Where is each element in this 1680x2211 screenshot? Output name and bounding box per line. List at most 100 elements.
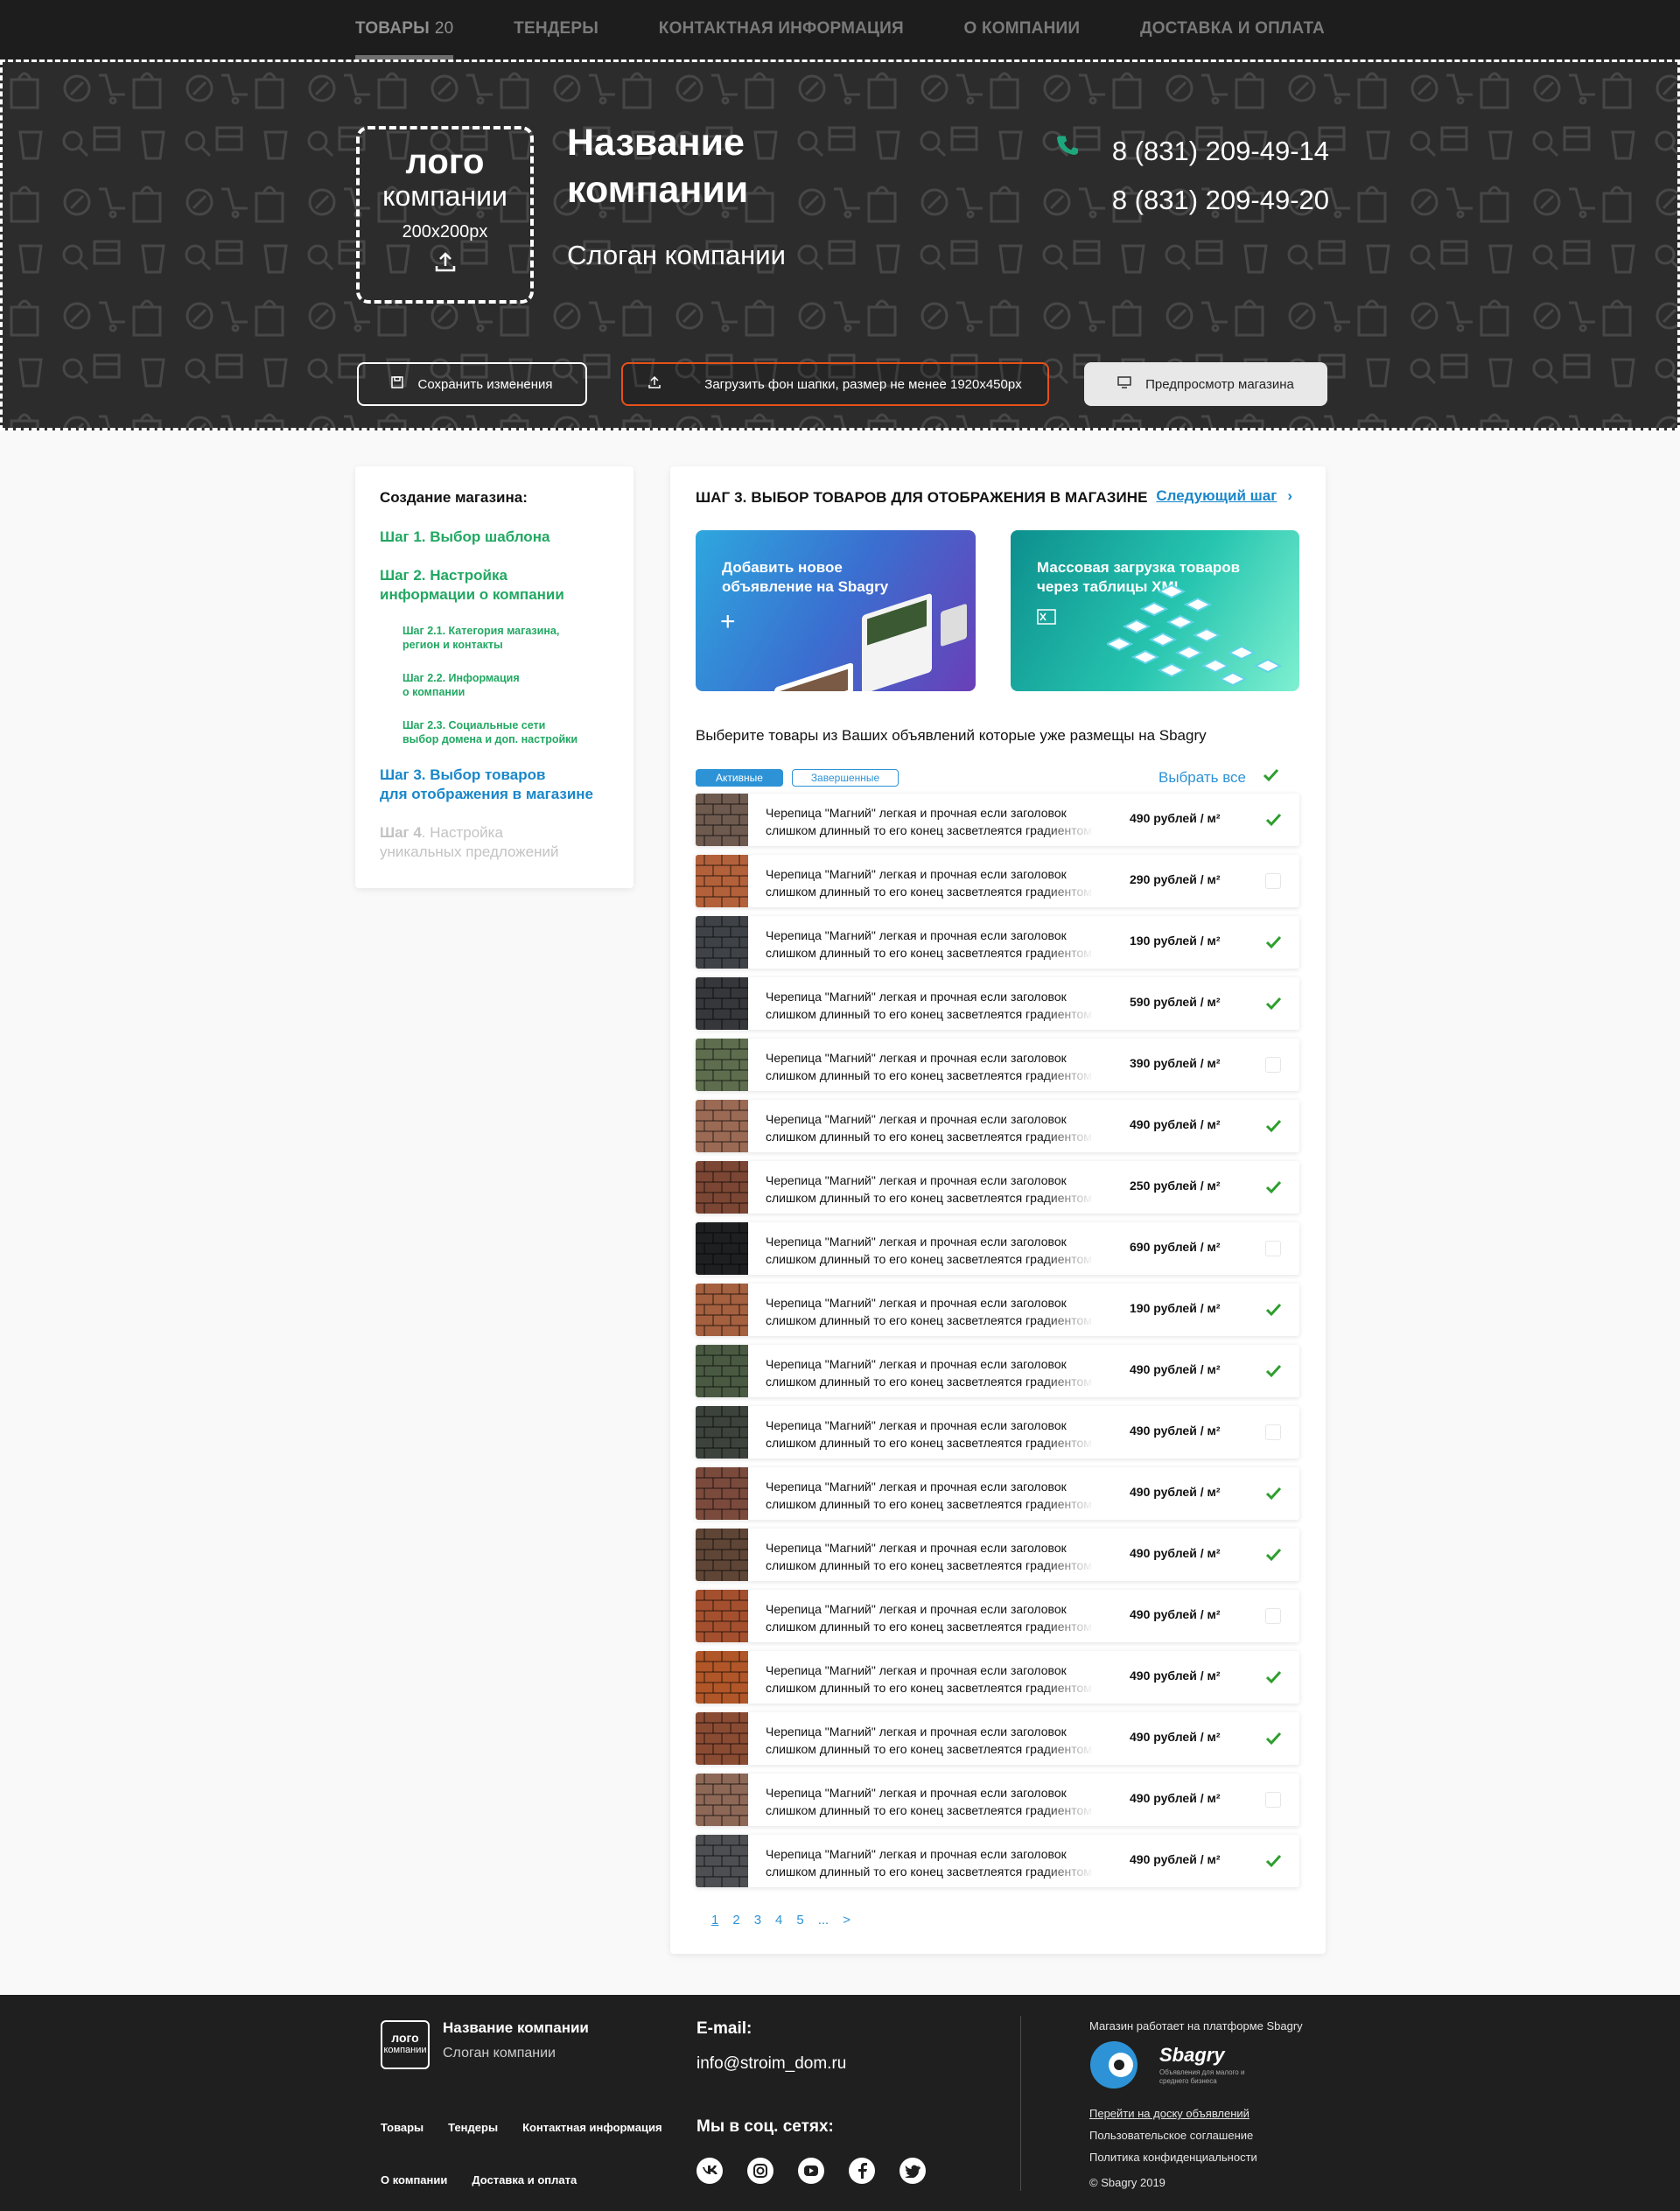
board-link[interactable]: Перейти на доску объявлений [1089, 2107, 1250, 2120]
check-icon[interactable] [1264, 1730, 1282, 1747]
step-2-3-link[interactable]: Шаг 2.3. Социальные сети выбор домена и д… [402, 718, 609, 746]
table-row[interactable]: Черепица "Магний" легкая и прочная если … [696, 1651, 1299, 1704]
nav-item-contacts[interactable]: КОНТАКТНАЯ ИНФОРМАЦИЯ [659, 0, 904, 59]
store-header[interactable]: лого компании 200x200px Название компани… [0, 59, 1680, 430]
table-row[interactable]: Черепица "Магний" легкая и прочная если … [696, 1406, 1299, 1459]
facebook-icon[interactable] [849, 2158, 875, 2184]
privacy-link[interactable]: Политика конфиденциальности [1089, 2151, 1257, 2164]
step-3-link[interactable]: Шаг 3. Выбор товаров для отображения в ма… [380, 766, 609, 804]
table-row[interactable]: Черепица "Магний" легкая и прочная если … [696, 1529, 1299, 1581]
step-1-link[interactable]: Шаг 1. Выбор шаблона [380, 528, 609, 547]
table-row[interactable]: Черепица "Магний" легкая и прочная если … [696, 977, 1299, 1030]
table-row[interactable]: Черепица "Магний" легкая и прочная если … [696, 1039, 1299, 1091]
table-row[interactable]: Черепица "Магний" легкая и прочная если … [696, 1345, 1299, 1397]
company-slogan[interactable]: Слоган компании [567, 237, 830, 273]
table-row[interactable]: Черепица "Магний" легкая и прочная если … [696, 1161, 1299, 1214]
table-row[interactable]: Черепица "Магний" легкая и прочная если … [696, 1774, 1299, 1826]
product-title[interactable]: Черепица "Магний" легкая и прочная если … [766, 865, 1094, 900]
table-row[interactable]: Черепица "Магний" легкая и прочная если … [696, 1835, 1299, 1887]
unchecked-box[interactable] [1265, 1792, 1281, 1808]
check-icon[interactable] [1264, 1546, 1282, 1564]
vk-icon[interactable] [696, 2158, 723, 2184]
company-name[interactable]: Название компании [567, 119, 830, 213]
unchecked-box[interactable] [1265, 1057, 1281, 1073]
xml-upload-card[interactable]: Массовая загрузка товаров через таблицы X… [1011, 530, 1299, 691]
product-title[interactable]: Черепица "Магний" легкая и прочная если … [766, 988, 1094, 1023]
check-icon[interactable] [1264, 1852, 1282, 1870]
tab-active[interactable]: Активные [696, 769, 783, 787]
unchecked-box[interactable] [1265, 1241, 1281, 1256]
tab-completed[interactable]: Завершенные [792, 769, 899, 787]
check-icon[interactable] [1264, 1669, 1282, 1686]
step-4-link[interactable]: Шаг 4. Настройка уникальных предложений [380, 823, 609, 862]
table-row[interactable]: Черепица "Магний" легкая и прочная если … [696, 1222, 1299, 1275]
nav-item-products[interactable]: ТОВАРЫ 20 [355, 0, 454, 59]
youtube-icon[interactable] [798, 2158, 824, 2184]
instagram-icon[interactable] [747, 2158, 774, 2184]
table-row[interactable]: Черепица "Магний" легкая и прочная если … [696, 1284, 1299, 1336]
page-link[interactable]: 4 [773, 1913, 785, 1928]
check-icon[interactable] [1264, 995, 1282, 1012]
check-icon[interactable] [1262, 766, 1279, 788]
product-title[interactable]: Черепица "Магний" легкая и прочная если … [766, 927, 1094, 962]
page-link[interactable]: 3 [752, 1913, 764, 1928]
next-step-link[interactable]: Следующий шаг › [1156, 487, 1292, 505]
product-title[interactable]: Черепица "Магний" легкая и прочная если … [766, 1478, 1094, 1513]
product-title[interactable]: Черепица "Магний" легкая и прочная если … [766, 804, 1094, 839]
unchecked-box[interactable] [1265, 1608, 1281, 1624]
nav-item-tenders[interactable]: ТЕНДЕРЫ [514, 0, 598, 59]
add-listing-card[interactable]: Добавить новое объявление на Sbagry + [696, 530, 976, 691]
product-title[interactable]: Черепица "Магний" легкая и прочная если … [766, 1049, 1094, 1084]
page-link[interactable]: ... [816, 1913, 832, 1928]
product-title[interactable]: Черепица "Магний" легкая и прочная если … [766, 1600, 1094, 1635]
product-title[interactable]: Черепица "Магний" легкая и прочная если … [766, 1723, 1094, 1758]
nav-item-about[interactable]: О КОМПАНИИ [964, 0, 1081, 59]
check-icon[interactable] [1264, 1179, 1282, 1196]
page-link[interactable]: 1 [709, 1913, 721, 1928]
footer-link-delivery[interactable]: Доставка и оплата [472, 2173, 577, 2187]
product-title[interactable]: Черепица "Магний" легкая и прочная если … [766, 1233, 1094, 1268]
step-2-2-link[interactable]: Шаг 2.2. Информация о компании [402, 671, 609, 699]
preview-store-button[interactable]: Предпросмотр магазина [1084, 362, 1327, 406]
sbagry-logo-icon[interactable] [1089, 2040, 1142, 2097]
check-icon[interactable] [1264, 934, 1282, 951]
table-row[interactable]: Черепица "Магний" легкая и прочная если … [696, 1467, 1299, 1520]
product-title[interactable]: Черепица "Магний" легкая и прочная если … [766, 1539, 1094, 1574]
next-page-button[interactable]: > [840, 1913, 853, 1928]
product-title[interactable]: Черепица "Магний" легкая и прочная если … [766, 1417, 1094, 1452]
footer-link-contacts[interactable]: Контактная информация [522, 2121, 662, 2134]
phone-1[interactable]: 8 (831) 209-49-14 [1053, 127, 1329, 176]
table-row[interactable]: Черепица "Магний" легкая и прочная если … [696, 855, 1299, 907]
check-icon[interactable] [1264, 811, 1282, 829]
footer-link-tenders[interactable]: Тендеры [448, 2121, 498, 2134]
check-icon[interactable] [1264, 1117, 1282, 1135]
upload-header-bg-button[interactable]: Загрузить фон шапки, размер не менее 192… [621, 362, 1049, 406]
product-title[interactable]: Черепица "Магний" легкая и прочная если … [766, 1662, 1094, 1697]
check-icon[interactable] [1264, 1485, 1282, 1502]
page-link[interactable]: 5 [794, 1913, 806, 1928]
product-title[interactable]: Черепица "Магний" легкая и прочная если … [766, 1845, 1094, 1880]
unchecked-box[interactable] [1265, 1424, 1281, 1440]
save-changes-button[interactable]: Сохранить изменения [357, 362, 587, 406]
phone-2[interactable]: 8 (831) 209-49-20 [1053, 176, 1329, 225]
table-row[interactable]: Черепица "Магний" легкая и прочная если … [696, 1712, 1299, 1765]
twitter-icon[interactable] [900, 2158, 926, 2184]
page-link[interactable]: 2 [730, 1913, 742, 1928]
email-link[interactable]: info@stroim_dom.ru [696, 2054, 846, 2074]
table-row[interactable]: Черепица "Магний" легкая и прочная если … [696, 1100, 1299, 1152]
table-row[interactable]: Черепица "Магний" легкая и прочная если … [696, 1590, 1299, 1642]
table-row[interactable]: Черепица "Магний" легкая и прочная если … [696, 916, 1299, 969]
product-title[interactable]: Черепица "Магний" легкая и прочная если … [766, 1294, 1094, 1329]
check-icon[interactable] [1264, 1301, 1282, 1319]
nav-item-delivery[interactable]: ДОСТАВКА И ОПЛАТА [1140, 0, 1325, 59]
unchecked-box[interactable] [1265, 873, 1281, 889]
product-title[interactable]: Черепица "Магний" легкая и прочная если … [766, 1172, 1094, 1207]
product-title[interactable]: Черепица "Магний" легкая и прочная если … [766, 1110, 1094, 1145]
table-row[interactable]: Черепица "Магний" легкая и прочная если … [696, 794, 1299, 846]
terms-link[interactable]: Пользовательское соглашение [1089, 2129, 1253, 2142]
product-title[interactable]: Черепица "Магний" легкая и прочная если … [766, 1355, 1094, 1390]
select-all-button[interactable]: Выбрать все [1158, 769, 1246, 787]
footer-link-about[interactable]: О компании [381, 2173, 447, 2187]
logo-upload-box[interactable]: лого компании 200x200px [356, 126, 534, 304]
footer-link-products[interactable]: Товары [381, 2121, 424, 2134]
